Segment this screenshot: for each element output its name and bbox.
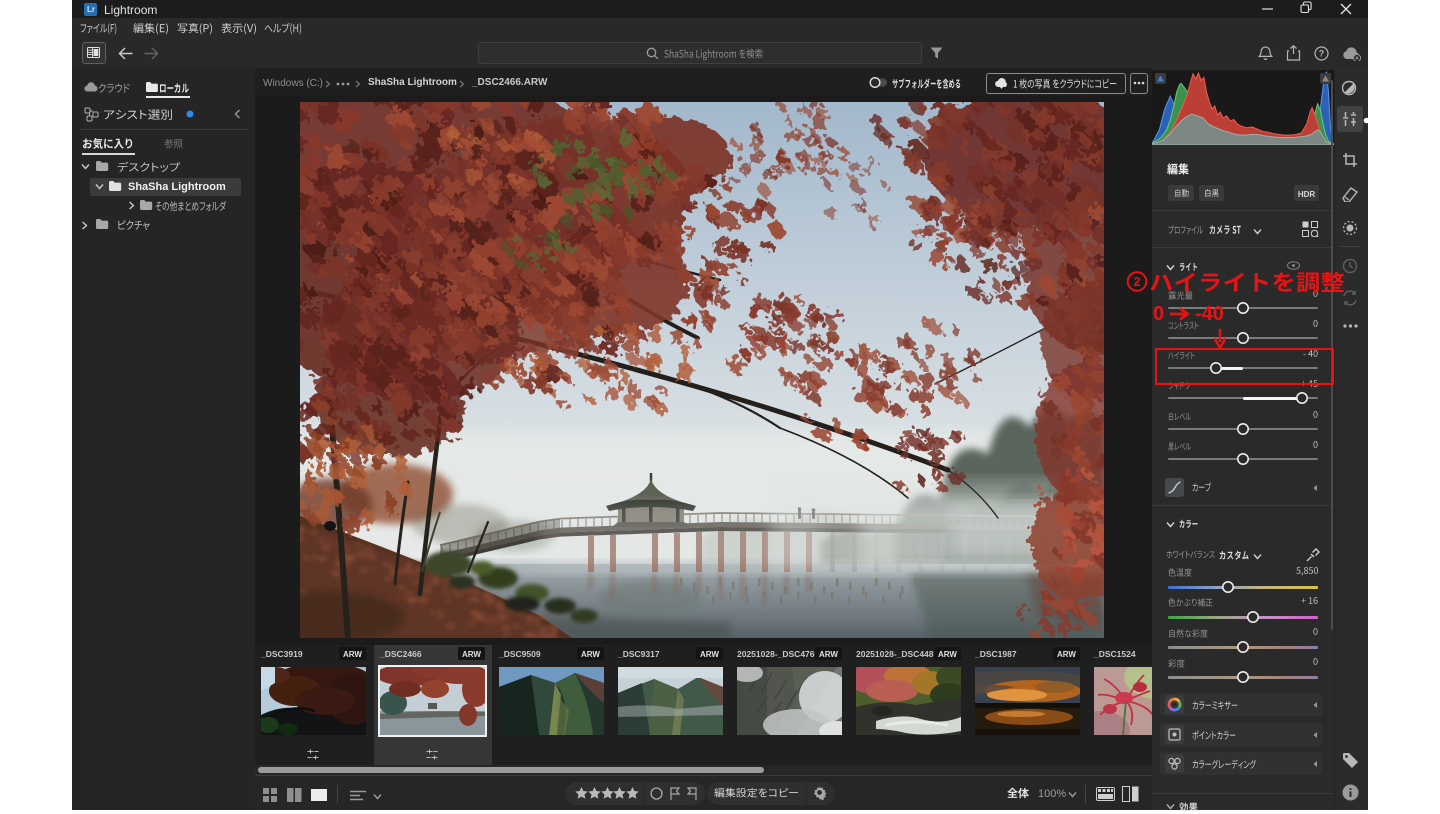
- svg-text:2: 2: [1134, 275, 1141, 289]
- svg-text:?: ?: [1319, 49, 1325, 59]
